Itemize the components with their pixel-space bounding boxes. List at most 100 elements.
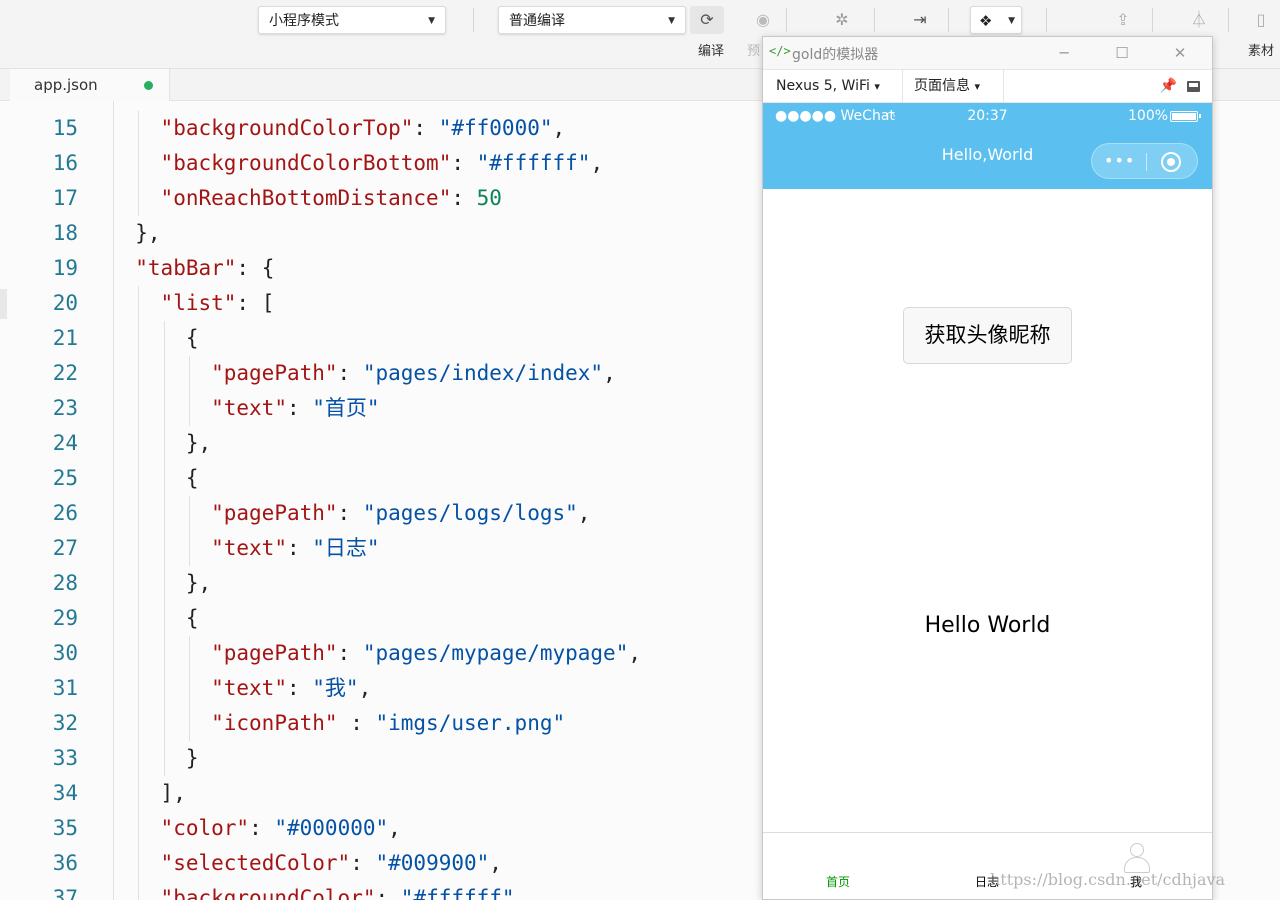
indent-guide	[138, 811, 140, 846]
code-token: :	[286, 396, 313, 420]
code-text: ],	[161, 776, 186, 811]
chevron-down-icon: ▾	[974, 80, 980, 93]
flask-icon: ⏃	[1190, 10, 1207, 29]
mode-select-value: 小程序模式	[269, 13, 339, 29]
code-token: :	[350, 851, 376, 875]
line-number: 19	[52, 256, 78, 280]
upload-button[interactable]: ⇪	[1106, 6, 1140, 34]
bug-icon: ✲	[835, 10, 849, 29]
code-token: ,	[489, 851, 502, 875]
code-token: "color"	[160, 816, 250, 840]
code-text: "backgroundColorBottom": "#ffffff",	[161, 146, 604, 181]
layers-select[interactable]: ❖ ▼	[970, 6, 1022, 34]
code-token: ,	[514, 886, 528, 900]
code-token: "pagePath"	[211, 501, 338, 525]
line-number: 15	[52, 116, 78, 140]
indent-guide	[163, 321, 165, 356]
code-token: "首页"	[312, 396, 380, 420]
capsule-divider	[1146, 153, 1147, 171]
assets-button[interactable]: ▯	[1244, 6, 1278, 34]
code-token: ,	[552, 116, 566, 140]
debug-button[interactable]: ✲	[825, 6, 859, 34]
code-text: }	[186, 741, 199, 776]
line-number: 18	[52, 221, 78, 245]
code-token: :	[337, 641, 363, 665]
toolbar-divider	[1152, 8, 1153, 32]
code-token: },	[185, 431, 212, 455]
line-number: 21	[52, 326, 78, 350]
maximize-button[interactable]: ☐	[1107, 42, 1137, 64]
indent-guide	[138, 636, 140, 671]
indent-guide	[188, 636, 190, 671]
code-text: "text": "我",	[211, 671, 371, 706]
code-token: :	[286, 676, 313, 700]
simulator-titlebar[interactable]: </> gold的模拟器 ─ ☐ ✕	[763, 37, 1212, 70]
code-token: :	[337, 711, 376, 735]
bar-divider	[1003, 70, 1004, 102]
file-icon: ▯	[1256, 10, 1266, 29]
code-token: :	[413, 116, 439, 140]
code-token: :	[375, 886, 401, 900]
indent-guide	[163, 671, 165, 706]
close-button[interactable]: ✕	[1165, 42, 1195, 64]
code-text: "backgroundColorTop": "#ff0000",	[161, 111, 566, 146]
line-number: 22	[52, 361, 78, 385]
device-select[interactable]: Nexus 5, WiFi ▾	[776, 70, 880, 102]
remote-debug-button[interactable]: ⇥	[903, 6, 937, 34]
code-text: {	[186, 601, 199, 636]
code-token: 50	[476, 186, 502, 210]
indent-guide	[163, 461, 165, 496]
tab-label: app.json	[34, 76, 98, 94]
page-info-select[interactable]: 页面信息 ▾	[914, 70, 980, 102]
code-token: ],	[160, 781, 186, 805]
indent-guide	[138, 846, 140, 881]
pin-icon[interactable]: 📌	[1160, 78, 1177, 94]
indent-guide	[163, 706, 165, 741]
dock-icon[interactable]	[1187, 81, 1200, 92]
indent-guide	[163, 531, 165, 566]
toolbar-divider	[786, 8, 787, 32]
code-token: ,	[577, 501, 591, 525]
code-text: "text": "首页"	[211, 391, 379, 426]
get-user-info-button[interactable]: 获取头像昵称	[903, 307, 1072, 364]
indent-guide	[138, 566, 140, 601]
compile-button[interactable]: ⟳	[690, 6, 724, 34]
compile-select[interactable]: 普通编译 ▼	[498, 6, 686, 34]
test-button[interactable]: ⏃	[1182, 6, 1216, 34]
line-number: 35	[52, 816, 78, 840]
code-token: "text"	[211, 536, 287, 560]
code-token: "text"	[211, 396, 287, 420]
minimize-button[interactable]: ─	[1049, 42, 1079, 64]
indent-guide	[188, 391, 190, 426]
indent-guide	[163, 636, 165, 671]
code-text: "onReachBottomDistance": 50	[161, 181, 502, 216]
more-icon[interactable]: •••	[1104, 144, 1134, 178]
code-text: "pagePath": "pages/logs/logs",	[211, 496, 590, 531]
code-token: "pagePath"	[211, 641, 338, 665]
indent-guide	[163, 496, 165, 531]
mode-select[interactable]: 小程序模式 ▼	[258, 6, 446, 34]
code-token: "pages/index/index"	[362, 361, 604, 385]
phone-screen: ●●●●● WeChat ◠ 20:37 100% Hello,World ••…	[763, 103, 1212, 899]
tab-app-json[interactable]: app.json	[10, 69, 170, 101]
code-text: },	[186, 426, 211, 461]
code-token: },	[135, 221, 161, 245]
code-token: "#ff0000"	[438, 116, 553, 140]
code-token: "text"	[211, 676, 287, 700]
preview-button[interactable]: ◉	[746, 6, 780, 34]
indent-guide	[163, 601, 165, 636]
code-token: :	[451, 151, 477, 175]
simulator-window: </> gold的模拟器 ─ ☐ ✕ Nexus 5, WiFi ▾ 页面信息 …	[762, 36, 1213, 900]
line-number: 32	[52, 711, 78, 735]
preview-label: 预	[747, 44, 761, 59]
code-token: ,	[603, 361, 616, 385]
code-token: "pages/logs/logs"	[362, 501, 578, 525]
close-miniprogram-icon[interactable]	[1161, 152, 1181, 172]
nav-bar: Hello,World •••	[763, 129, 1212, 189]
user-icon	[1121, 843, 1151, 873]
code-token: },	[185, 571, 212, 595]
tab-home[interactable]: 首页	[798, 873, 878, 890]
code-text: "color": "#000000",	[161, 811, 401, 846]
indent-guide	[163, 426, 165, 461]
chevron-down-icon: ▼	[668, 16, 675, 26]
